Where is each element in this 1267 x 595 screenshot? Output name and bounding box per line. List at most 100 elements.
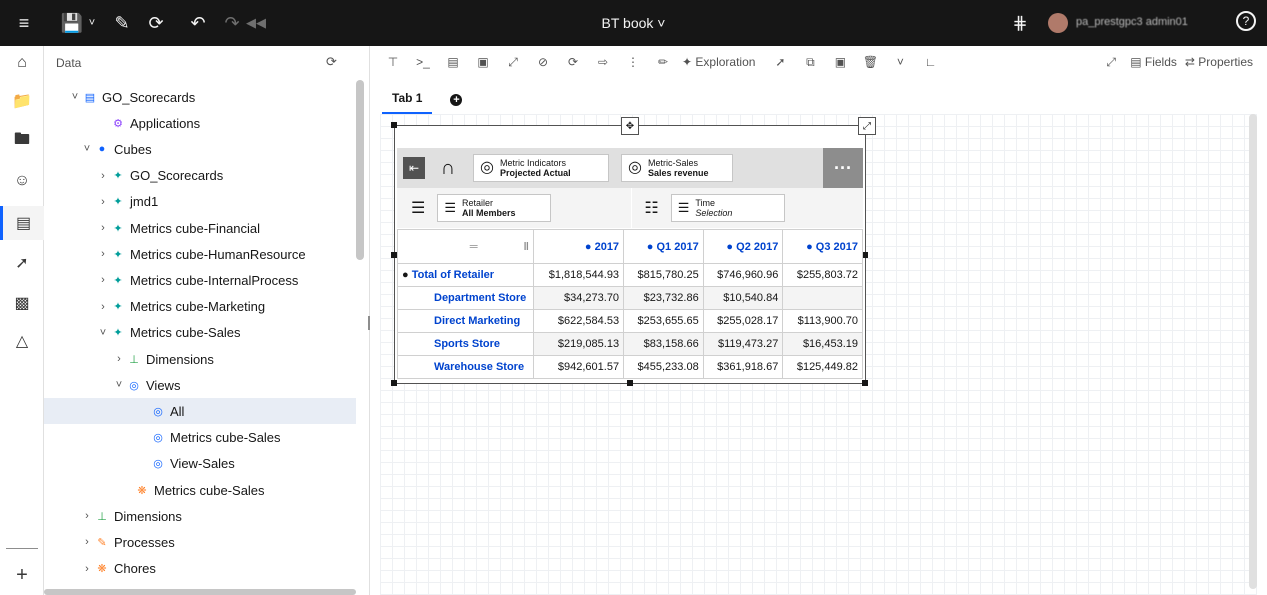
folder-icon[interactable]: 🖿: [0, 124, 44, 158]
edit-icon[interactable]: ✎: [110, 11, 134, 35]
rows-icon[interactable]: ☰: [411, 198, 425, 218]
corner-cell[interactable]: ═ ‖: [397, 229, 534, 264]
context-metric-indicators[interactable]: ◎ Metric Indicators Projected Actual: [473, 154, 609, 182]
data-cell[interactable]: $253,655.65: [623, 309, 704, 333]
data-cell[interactable]: $16,453.19: [782, 332, 863, 356]
data-cell[interactable]: $83,158.66: [623, 332, 704, 356]
tree-item[interactable]: ˅ ◎ Views: [44, 372, 356, 398]
column-header[interactable]: ● Q2 2017: [702, 229, 784, 264]
expand-collapse-icon[interactable]: ●: [585, 241, 592, 253]
brush-icon[interactable]: ✏: [652, 50, 674, 74]
data-cell[interactable]: $113,900.70: [782, 309, 863, 333]
tree-item[interactable]: › ⊥ Dimensions: [44, 346, 356, 372]
doc-icon[interactable]: ▤: [442, 50, 464, 74]
frame-icon[interactable]: ▣: [829, 50, 851, 74]
more-options-icon[interactable]: ···: [823, 148, 863, 188]
chevron-down-icon[interactable]: ˅: [889, 50, 911, 74]
expand-icon[interactable]: ⤢: [502, 50, 524, 74]
chevron-icon[interactable]: ˅: [112, 379, 126, 391]
refresh-tree-icon[interactable]: ⟳: [326, 54, 337, 70]
data-cell[interactable]: [782, 286, 863, 310]
tab-1[interactable]: Tab 1: [382, 84, 433, 114]
chevron-icon[interactable]: ˅: [80, 143, 94, 155]
columns-icon[interactable]: ☷: [644, 198, 658, 218]
tree-item[interactable]: › ✦ Metrics cube-Marketing: [44, 294, 356, 320]
chevron-icon[interactable]: ›: [96, 248, 110, 260]
menu-icon[interactable]: ≡: [12, 11, 36, 35]
row-header[interactable]: Sports Store: [397, 332, 534, 356]
field-icon[interactable]: ▣: [472, 50, 494, 74]
tree-item[interactable]: ˅ ▤ GO_Scorecards: [44, 84, 356, 110]
data-cell[interactable]: $255,803.72: [782, 263, 863, 287]
exit-icon[interactable]: ⇤: [403, 157, 425, 179]
book-title[interactable]: BT book ˅: [602, 15, 666, 31]
delete-icon[interactable]: 🗑: [859, 50, 881, 74]
tree-item[interactable]: › ✦ Metrics cube-Financial: [44, 215, 356, 241]
expand-collapse-icon[interactable]: ●: [806, 241, 813, 253]
users-icon[interactable]: ☺: [0, 164, 44, 198]
resize-handle[interactable]: [627, 380, 633, 386]
fields-button[interactable]: ▤ Fields: [1130, 50, 1177, 74]
column-header[interactable]: ● 2017: [532, 229, 625, 264]
refresh-icon[interactable]: ⟳: [144, 11, 168, 35]
data-cell[interactable]: $622,584.53: [532, 309, 625, 333]
chevron-icon[interactable]: ›: [96, 196, 110, 208]
context-metric-sales[interactable]: ◎ Metric-Sales Sales revenue: [621, 154, 733, 182]
tree-item[interactable]: › ✎ Processes: [44, 529, 356, 555]
home-icon[interactable]: ⌂: [0, 46, 44, 80]
tree-item[interactable]: ⚙ Applications: [44, 110, 356, 136]
panel-scrollbar[interactable]: [356, 80, 364, 260]
avatar[interactable]: [1048, 13, 1068, 33]
panel-hscrollbar[interactable]: [44, 589, 356, 595]
chevron-icon[interactable]: ˅: [68, 91, 82, 103]
tree-item[interactable]: ◎ Metrics cube-Sales: [44, 425, 356, 451]
data-cell[interactable]: $119,473.27: [702, 332, 784, 356]
copy-icon[interactable]: ⧉: [799, 50, 821, 74]
tree-item[interactable]: ˅ ● Cubes: [44, 136, 356, 162]
fullscreen-icon[interactable]: ⤢: [1100, 50, 1122, 74]
tree-item[interactable]: › ✦ Metrics cube-InternalProcess: [44, 267, 356, 293]
data-cell[interactable]: $815,780.25: [623, 263, 704, 287]
more-vertical-icon[interactable]: ⋮: [622, 50, 644, 74]
help-icon[interactable]: ?: [1236, 11, 1256, 31]
arch-icon[interactable]: ∩: [437, 157, 459, 179]
row-header[interactable]: Department Store: [397, 286, 534, 310]
chevron-icon[interactable]: ›: [112, 353, 126, 365]
chevron-icon[interactable]: ›: [80, 510, 94, 522]
chart-icon[interactable]: ▩: [0, 286, 44, 320]
crosstab-widget[interactable]: ✥ ⤢ ⇤ ∩ ◎ Metric Indicators Projected Act…: [391, 117, 876, 386]
row-header[interactable]: Direct Marketing: [397, 309, 534, 333]
column-header[interactable]: ● Q3 2017: [782, 229, 863, 264]
terminal-icon[interactable]: >_: [412, 50, 434, 74]
row-header[interactable]: Warehouse Store: [397, 355, 534, 379]
exploration-button[interactable]: ✦ Exploration: [682, 50, 755, 74]
maximize-icon[interactable]: ⤢: [858, 117, 876, 135]
tree-item[interactable]: › ✦ GO_Scorecards: [44, 163, 356, 189]
tree-item[interactable]: ◎ All: [44, 398, 356, 425]
canvas-scrollbar[interactable]: [1249, 114, 1257, 589]
expand-collapse-icon[interactable]: ●: [726, 241, 733, 253]
column-dimension-chip[interactable]: ☰ Time Selection: [670, 194, 785, 222]
data-cell[interactable]: $10,540.84: [702, 286, 784, 310]
chevron-icon[interactable]: ˅: [96, 327, 110, 339]
chevron-down-icon[interactable]: ˅: [80, 11, 104, 35]
add-icon[interactable]: +: [0, 558, 44, 592]
data-cell[interactable]: $1,818,544.93: [532, 263, 625, 287]
data-cell[interactable]: $255,028.17: [702, 309, 784, 333]
resize-handle[interactable]: [391, 122, 397, 128]
rewind-icon[interactable]: ◀◀: [244, 11, 268, 35]
expand-collapse-icon[interactable]: ●: [647, 241, 654, 253]
line-chart-icon[interactable]: ∟: [919, 50, 941, 74]
data-icon[interactable]: ▤: [0, 206, 44, 240]
sync-icon[interactable]: ⟳: [562, 50, 584, 74]
data-cell[interactable]: $34,273.70: [532, 286, 625, 310]
redo-icon[interactable]: ↷: [220, 11, 244, 35]
hide-icon[interactable]: ⊘: [532, 50, 554, 74]
properties-button[interactable]: ⇄ Properties: [1185, 50, 1253, 74]
resize-handle[interactable]: [862, 380, 868, 386]
pin-icon[interactable]: ➚: [0, 246, 44, 280]
share-icon[interactable]: ⋕: [1008, 11, 1032, 35]
data-cell[interactable]: $219,085.13: [532, 332, 625, 356]
tree-item[interactable]: ˅ ✦ Metrics cube-Sales: [44, 320, 356, 346]
export-icon[interactable]: ⇨: [592, 50, 614, 74]
